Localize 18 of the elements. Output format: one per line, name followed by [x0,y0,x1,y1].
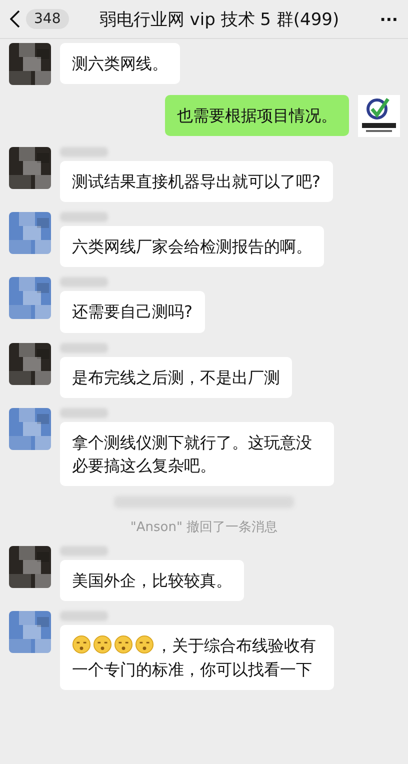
message-bubble: 六类网线厂家会给检测报告的啊。 [60,226,324,268]
message-bubble: ，关于综合布线验收有一个专门的标准，你可以找看一下 [60,625,334,690]
system-notice: "Anson" 撤回了一条消息 [130,519,278,536]
message-bubble: 是布完线之后测，不是出厂测 [60,356,292,398]
message-bubble: 也需要根据项目情况。 [165,95,349,136]
message-bubble: 美国外企，比较较真。 [60,560,244,602]
message-bubble: 测六类网线。 [60,43,180,84]
emoji-face-icon [114,635,133,654]
back-icon[interactable] [10,10,20,28]
unread-count[interactable]: 348 [26,9,69,29]
message-bubble: 测试结果直接机器导出就可以了吧? [60,161,332,202]
message-bubble: 还需要自己测吗? [60,291,204,333]
message-bubble: 拿个测线仪测下就行了。这玩意没必要搞这么复杂吧。 [60,422,334,486]
more-button[interactable]: ··· [380,10,398,28]
chat-title: 弱电行业网 vip 技术 5 群(499) [98,8,340,30]
emoji-face-icon [72,635,91,654]
emoji-face-icon [135,635,154,654]
emoji-face-icon [93,635,112,654]
